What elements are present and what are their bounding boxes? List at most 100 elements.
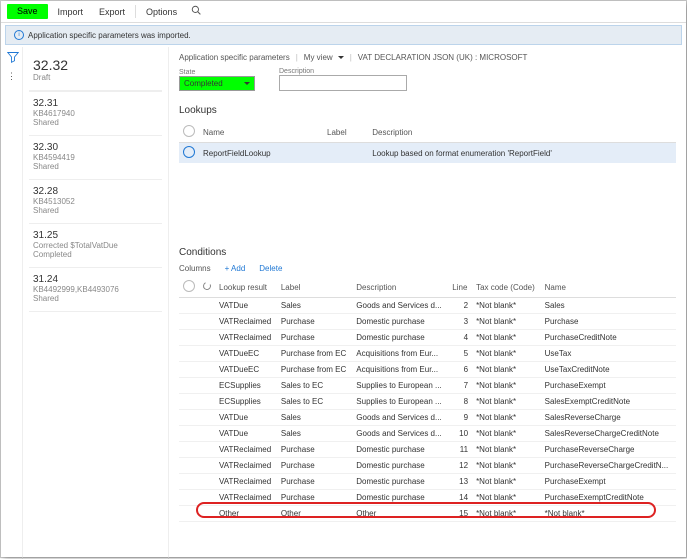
cell-name: Sales	[541, 298, 676, 314]
info-banner: i Application specific parameters was im…	[5, 25, 682, 45]
version-item[interactable]: 32.32 Draft	[29, 51, 162, 92]
table-row[interactable]: ECSuppliesSales to ECSupplies to Europea…	[179, 378, 676, 394]
cell-name: PurchaseExempt	[541, 378, 676, 394]
toolbar-divider	[135, 5, 136, 18]
cell-name: PurchaseCreditNote	[541, 330, 676, 346]
info-message: Application specific parameters was impo…	[28, 31, 191, 40]
lookup-label	[323, 143, 368, 164]
cell-label: Other	[277, 506, 352, 522]
crumb-format: VAT DECLARATION JSON (UK) : MICROSOFT	[358, 53, 528, 62]
cell-tax: *Not blank*	[472, 490, 541, 506]
select-all-icon[interactable]	[183, 280, 195, 292]
cell-tax: *Not blank*	[472, 458, 541, 474]
cell-label: Purchase from EC	[277, 346, 352, 362]
filter-icon[interactable]	[7, 51, 17, 61]
cell-result: ECSupplies	[215, 378, 277, 394]
state-field: State Completed	[179, 69, 255, 91]
cell-result: VATDue	[215, 298, 277, 314]
cell-desc: Goods and Services d...	[352, 426, 448, 442]
more-icon[interactable]: ⋮	[7, 71, 16, 82]
cell-name: PurchaseExempt	[541, 474, 676, 490]
col-description[interactable]: Description	[352, 277, 448, 298]
cell-line: 9	[448, 410, 472, 426]
left-rail: ⋮	[1, 47, 23, 559]
col-lookup-result[interactable]: Lookup result	[215, 277, 277, 298]
description-input[interactable]	[279, 75, 407, 91]
version-item[interactable]: 32.30 KB4594419 Shared	[29, 136, 162, 180]
table-row[interactable]: VATDueECPurchase from ECAcquisitions fro…	[179, 346, 676, 362]
col-line[interactable]: Line	[448, 277, 472, 298]
columns-button[interactable]: Columns	[179, 264, 211, 273]
lookup-name: ReportFieldLookup	[199, 143, 323, 164]
refresh-icon[interactable]	[202, 281, 212, 291]
select-all-icon[interactable]	[183, 125, 195, 137]
col-description[interactable]: Description	[368, 122, 676, 143]
conditions-toolbar: Columns + Add Delete	[179, 264, 676, 273]
crumb-view[interactable]: My view	[304, 53, 344, 62]
table-row[interactable]: VATReclaimedPurchaseDomestic purchase11*…	[179, 442, 676, 458]
cell-result: VATReclaimed	[215, 474, 277, 490]
cell-result: VATReclaimed	[215, 458, 277, 474]
cell-tax: *Not blank*	[472, 474, 541, 490]
version-item[interactable]: 31.25 Corrected $TotalVatDue Completed	[29, 224, 162, 268]
cell-desc: Domestic purchase	[352, 474, 448, 490]
cell-desc: Domestic purchase	[352, 314, 448, 330]
cell-line: 12	[448, 458, 472, 474]
cell-desc: Acquisitions from Eur...	[352, 362, 448, 378]
col-label[interactable]: Label	[323, 122, 368, 143]
table-row[interactable]: VATReclaimedPurchaseDomestic purchase3*N…	[179, 314, 676, 330]
cell-result: VATDueEC	[215, 346, 277, 362]
row-select-icon[interactable]	[183, 146, 195, 158]
version-item[interactable]: 31.24 KB4492999,KB4493076 Shared	[29, 268, 162, 312]
col-label[interactable]: Label	[277, 277, 352, 298]
cell-name: UseTaxCreditNote	[541, 362, 676, 378]
crumb-root[interactable]: Application specific parameters	[179, 53, 290, 62]
cell-line: 13	[448, 474, 472, 490]
save-button[interactable]: Save	[7, 4, 48, 19]
table-row[interactable]: VATDueSalesGoods and Services d...10*Not…	[179, 426, 676, 442]
table-row[interactable]: OtherOtherOther15*Not blank**Not blank*	[179, 506, 676, 522]
table-row[interactable]: VATDueECPurchase from ECAcquisitions fro…	[179, 362, 676, 378]
cell-desc: Domestic purchase	[352, 490, 448, 506]
col-name[interactable]: Name	[541, 277, 676, 298]
col-tax-code[interactable]: Tax code (Code)	[472, 277, 541, 298]
cell-result: ECSupplies	[215, 394, 277, 410]
versions-list: 32.32 Draft 32.31 KB4617940 Shared 32.30…	[23, 47, 169, 559]
conditions-heading: Conditions	[179, 247, 676, 258]
table-row[interactable]: VATReclaimedPurchaseDomestic purchase14*…	[179, 490, 676, 506]
options-button[interactable]: Options	[138, 1, 185, 22]
table-row[interactable]: VATReclaimedPurchaseDomestic purchase12*…	[179, 458, 676, 474]
export-button[interactable]: Export	[91, 1, 133, 22]
version-item[interactable]: 32.28 KB4513052 Shared	[29, 180, 162, 224]
search-icon[interactable]	[185, 1, 207, 22]
table-row[interactable]: VATReclaimedPurchaseDomestic purchase13*…	[179, 474, 676, 490]
cell-line: 5	[448, 346, 472, 362]
version-number: 32.32	[33, 57, 158, 73]
add-button[interactable]: + Add	[225, 264, 246, 273]
cell-desc: Supplies to European ...	[352, 378, 448, 394]
col-name[interactable]: Name	[199, 122, 323, 143]
cell-name: UseTax	[541, 346, 676, 362]
cell-name: *Not blank*	[541, 506, 676, 522]
cell-tax: *Not blank*	[472, 330, 541, 346]
table-row[interactable]: VATDueSalesGoods and Services d...9*Not …	[179, 410, 676, 426]
table-row[interactable]: ECSuppliesSales to ECSupplies to Europea…	[179, 394, 676, 410]
cell-label: Purchase	[277, 474, 352, 490]
table-row[interactable]: VATDueSalesGoods and Services d...2*Not …	[179, 298, 676, 314]
version-item[interactable]: 32.31 KB4617940 Shared	[29, 92, 162, 136]
cell-label: Purchase	[277, 330, 352, 346]
delete-button[interactable]: Delete	[259, 264, 282, 273]
cell-name: SalesReverseCharge	[541, 410, 676, 426]
table-row[interactable]: VATReclaimedPurchaseDomestic purchase4*N…	[179, 330, 676, 346]
lookup-desc: Lookup based on format enumeration 'Repo…	[368, 143, 676, 164]
state-select[interactable]: Completed	[179, 76, 255, 91]
cell-label: Sales to EC	[277, 394, 352, 410]
cell-name: SalesReverseChargeCreditNote	[541, 426, 676, 442]
import-button[interactable]: Import	[50, 1, 92, 22]
cell-line: 2	[448, 298, 472, 314]
cell-label: Sales	[277, 410, 352, 426]
cell-tax: *Not blank*	[472, 346, 541, 362]
lookup-row[interactable]: ReportFieldLookup Lookup based on format…	[179, 143, 676, 164]
chevron-down-icon	[241, 79, 250, 88]
state-label: State	[179, 69, 255, 76]
